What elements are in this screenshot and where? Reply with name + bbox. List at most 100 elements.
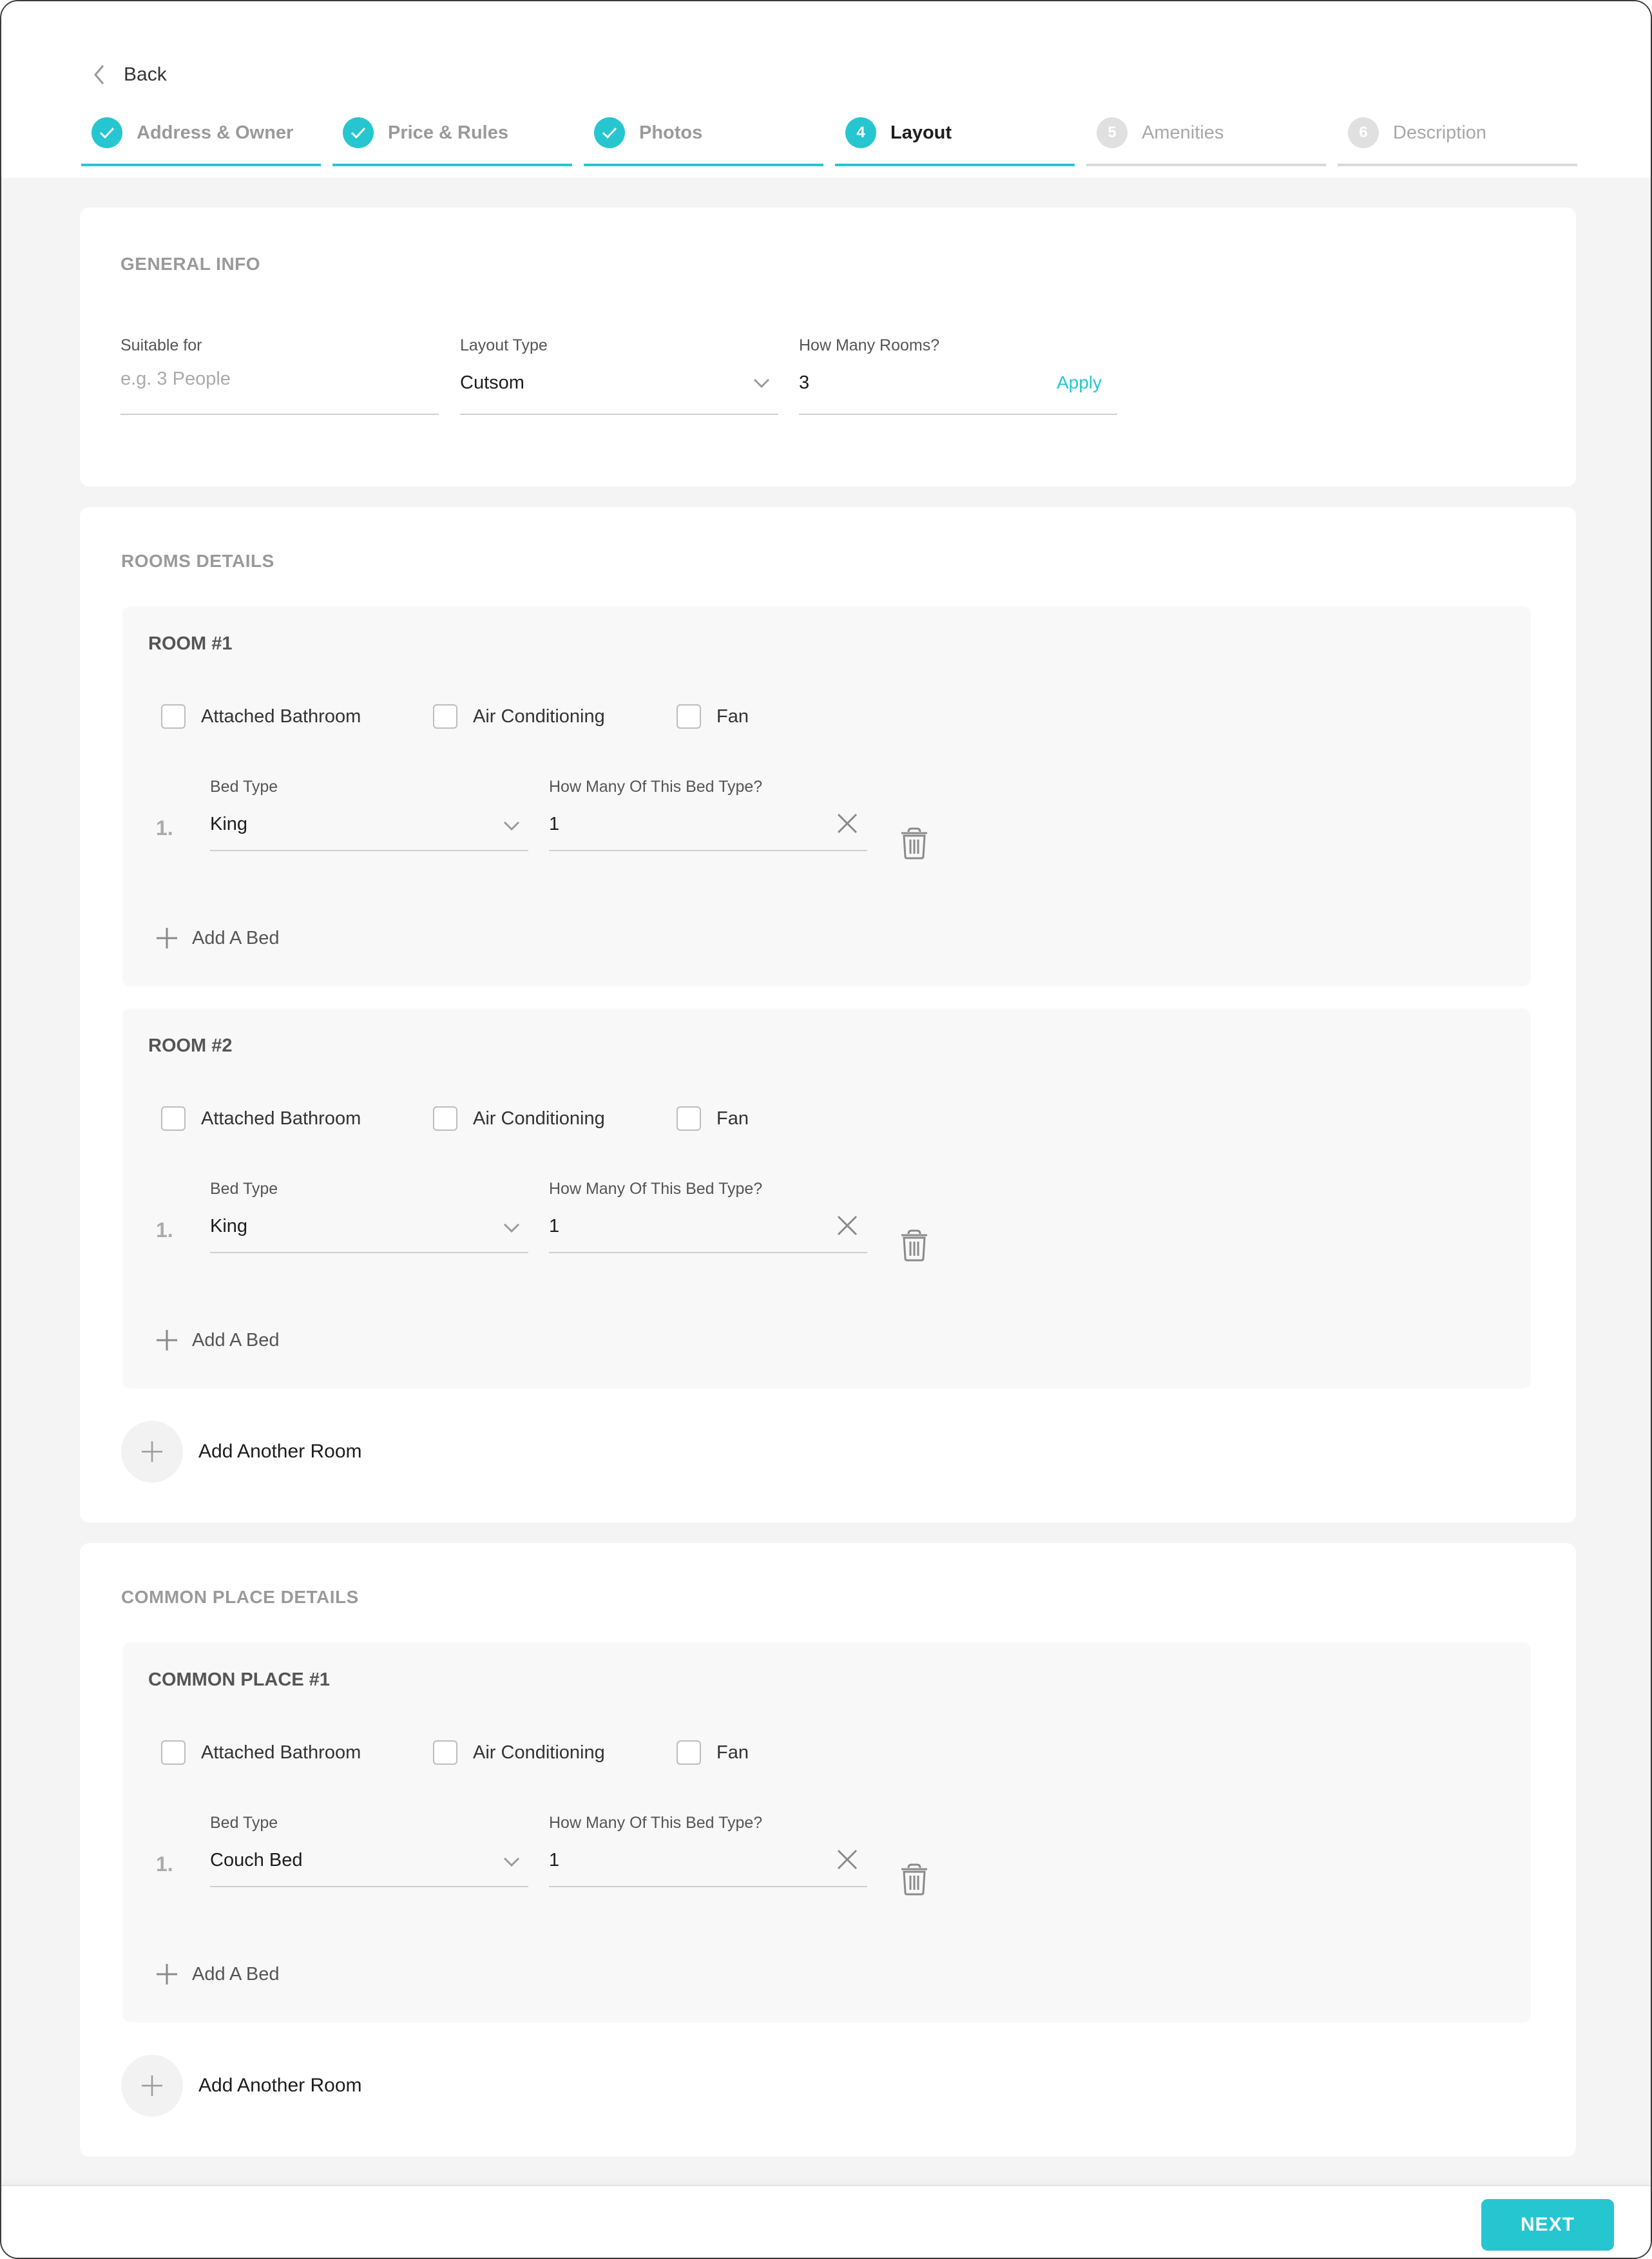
- checkbox-air-conditioning[interactable]: Air Conditioning: [433, 1740, 605, 1765]
- step-complete-badge: [594, 117, 625, 148]
- checkbox-label: Attached Bathroom: [201, 1742, 361, 1763]
- checkbox-fan[interactable]: Fan: [677, 1106, 749, 1131]
- room-panel: ROOM #1 Attached Bathroom Air Conditioni…: [122, 606, 1531, 986]
- checkbox-attached-bathroom[interactable]: Attached Bathroom: [161, 1106, 361, 1131]
- chevron-down-icon: [503, 1857, 520, 1867]
- bed-number: 1.: [156, 1852, 173, 1876]
- step-complete-badge: [91, 117, 122, 148]
- add-room-circle[interactable]: [121, 2055, 183, 2117]
- common-place-title: COMMON PLACE #1: [148, 1669, 330, 1690]
- check-icon: [602, 127, 617, 139]
- back-label: Back: [124, 64, 167, 85]
- chevron-left-icon: [94, 65, 104, 84]
- checkbox-air-conditioning[interactable]: Air Conditioning: [433, 1106, 605, 1131]
- check-icon: [99, 127, 115, 139]
- bed-count-value: 1: [549, 814, 560, 834]
- step-label: Amenities: [1142, 122, 1224, 143]
- section-title: COMMON PLACE DETAILS: [121, 1587, 359, 1607]
- checkbox-attached-bathroom[interactable]: Attached Bathroom: [161, 704, 361, 729]
- rooms-details-card: ROOMS DETAILS ROOM #1 Attached Bathroom …: [80, 507, 1576, 1523]
- bed-count-field[interactable]: How Many Of This Bed Type? 1: [549, 778, 867, 851]
- add-room-circle[interactable]: [121, 1421, 183, 1483]
- step-label: Layout: [890, 122, 952, 143]
- trash-icon[interactable]: [899, 1229, 929, 1262]
- checkbox-box[interactable]: [161, 1106, 186, 1131]
- common-place-panel: COMMON PLACE #1 Attached Bathroom Air Co…: [122, 1642, 1531, 2023]
- layout-type-select[interactable]: Layout Type Cutsom: [460, 336, 778, 415]
- chevron-down-icon: [753, 378, 770, 389]
- checkbox-box[interactable]: [433, 704, 457, 729]
- checkbox-fan[interactable]: Fan: [677, 704, 749, 729]
- checkbox-label: Air Conditioning: [473, 1108, 605, 1129]
- checkbox-label: Attached Bathroom: [201, 706, 361, 727]
- field-label: Layout Type: [460, 336, 548, 354]
- checkbox-label: Attached Bathroom: [201, 1108, 361, 1129]
- plus-icon: [142, 2075, 162, 2096]
- check-icon: [351, 127, 366, 139]
- apply-button[interactable]: Apply: [1057, 372, 1102, 393]
- field-label: How Many Of This Bed Type?: [549, 1814, 763, 1832]
- checkbox-box[interactable]: [677, 704, 701, 729]
- step-number-badge: 5: [1097, 117, 1128, 148]
- bed-number: 1.: [156, 816, 173, 840]
- step-description[interactable]: 6 Description: [1338, 115, 1577, 166]
- add-bed-button[interactable]: Add A Bed: [156, 1329, 279, 1351]
- field-label: Bed Type: [210, 778, 278, 796]
- bed-type-select[interactable]: Bed Type King: [210, 778, 528, 851]
- trash-icon[interactable]: [899, 1863, 929, 1896]
- checkbox-box[interactable]: [677, 1740, 701, 1765]
- close-icon[interactable]: [836, 1215, 858, 1236]
- next-button[interactable]: NEXT: [1481, 2199, 1614, 2251]
- step-amenities[interactable]: 5 Amenities: [1086, 115, 1326, 166]
- plus-icon: [157, 1330, 177, 1351]
- bed-type-value: King: [210, 814, 248, 834]
- bed-count-value: 1: [549, 1216, 560, 1236]
- step-price-rules[interactable]: Price & Rules: [332, 115, 572, 166]
- step-address-owner[interactable]: Address & Owner: [81, 115, 321, 166]
- bed-count-field[interactable]: How Many Of This Bed Type? 1: [549, 1180, 867, 1253]
- common-place-details-card: COMMON PLACE DETAILS COMMON PLACE #1 Att…: [80, 1543, 1576, 2157]
- suitable-for-field[interactable]: Suitable for: [120, 336, 439, 415]
- checkbox-box[interactable]: [433, 1106, 457, 1131]
- back-button[interactable]: Back: [91, 59, 167, 90]
- checkbox-box[interactable]: [161, 704, 186, 729]
- section-title: ROOMS DETAILS: [121, 551, 274, 571]
- add-bed-label: Add A Bed: [192, 1963, 280, 1985]
- add-another-room-button[interactable]: Add Another Room: [121, 2055, 362, 2117]
- checkbox-box[interactable]: [677, 1106, 701, 1131]
- bed-count-field[interactable]: How Many Of This Bed Type? 1: [549, 1814, 867, 1887]
- add-another-room-button[interactable]: Add Another Room: [121, 1421, 362, 1483]
- add-bed-button[interactable]: Add A Bed: [156, 1963, 279, 1985]
- checkbox-box[interactable]: [433, 1740, 457, 1765]
- plus-icon: [157, 928, 177, 948]
- general-info-card: GENERAL INFO Suitable for Layout Type Cu…: [80, 207, 1576, 486]
- checkbox-box[interactable]: [161, 1740, 186, 1765]
- checkbox-fan[interactable]: Fan: [677, 1740, 749, 1765]
- footer-bar: NEXT: [1, 2185, 1651, 2258]
- bed-type-select[interactable]: Bed Type Couch Bed: [210, 1814, 528, 1887]
- trash-icon[interactable]: [899, 827, 929, 860]
- bed-count-value: 1: [549, 1850, 560, 1870]
- step-layout[interactable]: 4 Layout: [835, 115, 1075, 166]
- close-icon[interactable]: [836, 812, 858, 834]
- header: Back Address & Owner Price & Rules Photo…: [1, 1, 1651, 178]
- close-icon[interactable]: [836, 1849, 858, 1870]
- add-bed-button[interactable]: Add A Bed: [156, 927, 279, 949]
- section-title: GENERAL INFO: [120, 254, 261, 274]
- step-photos[interactable]: Photos: [584, 115, 823, 166]
- field-label: Suitable for: [120, 336, 202, 354]
- suitable-for-input[interactable]: [120, 369, 407, 390]
- add-room-label: Add Another Room: [198, 2075, 362, 2096]
- field-label: Bed Type: [210, 1180, 278, 1198]
- step-complete-badge: [343, 117, 374, 148]
- app-window: Back Address & Owner Price & Rules Photo…: [0, 0, 1652, 2259]
- field-label: How Many Of This Bed Type?: [549, 1180, 763, 1198]
- step-label: Photos: [639, 122, 703, 143]
- rooms-count-field[interactable]: How Many Rooms? 3 Apply: [799, 336, 1117, 415]
- add-bed-label: Add A Bed: [192, 927, 280, 948]
- checkbox-label: Fan: [716, 1108, 749, 1129]
- step-label: Description: [1393, 122, 1487, 143]
- bed-type-select[interactable]: Bed Type King: [210, 1180, 528, 1253]
- checkbox-air-conditioning[interactable]: Air Conditioning: [433, 704, 605, 729]
- checkbox-attached-bathroom[interactable]: Attached Bathroom: [161, 1740, 361, 1765]
